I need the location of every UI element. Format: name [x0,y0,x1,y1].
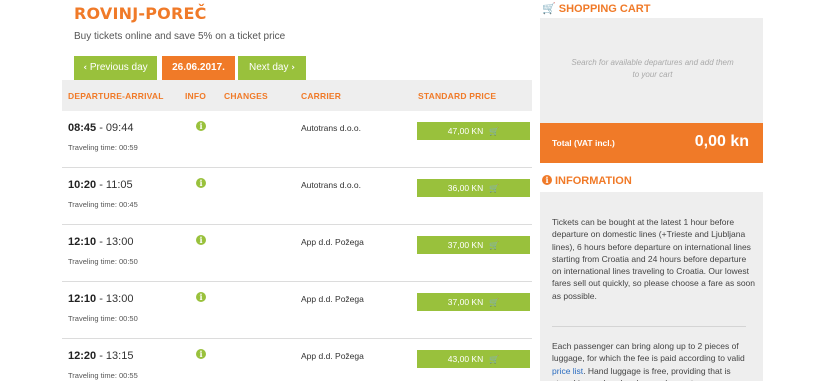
shopping-cart-icon: 🛒 [489,241,500,250]
chevron-right-icon: › [291,63,295,73]
header-carrier: CARRIER [301,91,342,101]
shopping-cart-icon: 🛒 [542,3,556,15]
departure-time: 12:10 [68,293,97,305]
table-row: 08:45 - 09:44 Traveling time: 00:59 i Au… [62,111,532,168]
sidebar: 🛒 SHOPPING CART Search for available dep… [540,0,763,381]
cart-empty-message: Search for available departures and add … [571,58,734,79]
carrier-name: App d.d. Požega [301,351,364,361]
info-circle-icon[interactable]: i [196,178,206,188]
price-label: 36,00 KN [447,183,484,193]
total-label: Total (VAT incl.) [552,138,615,148]
information-title: INFORMATION [555,175,632,187]
arrival-time: 13:00 [105,236,134,248]
route-title: ROVINJ-POREČ [74,4,207,23]
add-to-cart-button[interactable]: 37,00 KN 🛒 [417,236,530,254]
traveling-time: Traveling time: 00:55 [68,371,138,380]
arrival-time: 09:44 [105,122,134,134]
carrier-name: Autotrans d.o.o. [301,180,362,190]
info-circle-icon[interactable]: i [196,235,206,245]
price-label: 37,00 KN [447,240,484,250]
header-changes: CHANGES [224,91,268,101]
luggage-paragraph: Each passenger can bring along up to 2 p… [552,340,756,381]
luggage-text-start: Each passenger can bring along up to 2 p… [552,341,745,364]
price-label: 37,00 KN [447,297,484,307]
table-header: DEPARTURE-ARRIVAL INFO CHANGES CARRIER S… [62,80,532,111]
traveling-time: Traveling time: 00:59 [68,143,138,152]
next-day-button[interactable]: Next day › [238,56,306,80]
add-to-cart-button[interactable]: 47,00 KN 🛒 [417,122,530,140]
price-label: 47,00 KN [447,126,484,136]
information-paragraph: Tickets can be bought at the latest 1 ho… [552,217,756,301]
traveling-time: Traveling time: 00:45 [68,200,138,209]
price-list-link[interactable]: price list [552,366,583,376]
table-row: 12:10 - 13:00 Traveling time: 00:50 i Ap… [62,282,532,339]
departure-arrival-time: 12:10 - 13:00 [68,293,134,305]
add-to-cart-button[interactable]: 43,00 KN 🛒 [417,350,530,368]
departure-time: 10:20 [68,179,97,191]
timetable-panel: ROVINJ-POREČ Buy tickets online and save… [62,0,532,381]
total-value: 0,00 kn [694,133,749,150]
info-circle-icon: i [542,175,552,185]
add-to-cart-button[interactable]: 36,00 KN 🛒 [417,179,530,197]
shopping-cart-icon: 🛒 [489,184,500,193]
cart-total-bar: Total (VAT incl.) 0,00 kn [540,123,763,163]
cart-box: Search for available departures and add … [540,18,763,123]
departure-time: 12:10 [68,236,97,248]
previous-day-button[interactable]: ‹ Previous day [74,56,157,80]
table-row: 12:20 - 13:15 Traveling time: 00:55 i Ap… [62,339,532,381]
carrier-name: Autotrans d.o.o. [301,123,362,133]
header-departure-arrival: DEPARTURE-ARRIVAL [68,91,164,101]
arrival-time: 13:00 [105,293,134,305]
route-subtitle: Buy tickets online and save 5% on a tick… [74,31,286,42]
arrival-time: 13:15 [105,350,134,362]
departure-arrival-time: 08:45 - 09:44 [68,122,134,134]
shopping-cart-icon: 🛒 [489,355,500,364]
next-day-label: Next day [249,62,289,73]
divider [552,326,746,327]
info-circle-icon[interactable]: i [196,292,206,302]
header-info: INFO [185,91,207,101]
departure-arrival-time: 10:20 - 11:05 [68,179,133,191]
traveling-time: Traveling time: 00:50 [68,257,138,266]
carrier-name: App d.d. Požega [301,294,364,304]
information-heading: i INFORMATION [542,175,632,187]
shopping-cart-heading: 🛒 SHOPPING CART [542,2,650,15]
table-row: 12:10 - 13:00 Traveling time: 00:50 i Ap… [62,225,532,282]
current-date: 26.06.2017. [162,56,235,80]
price-label: 43,00 KN [447,354,484,364]
departure-arrival-time: 12:20 - 13:15 [68,350,134,362]
information-box: Tickets can be bought at the latest 1 ho… [540,192,763,381]
traveling-time: Traveling time: 00:50 [68,314,138,323]
shopping-cart-icon: 🛒 [489,127,500,136]
add-to-cart-button[interactable]: 37,00 KN 🛒 [417,293,530,311]
departure-time: 12:20 [68,350,97,362]
carrier-name: App d.d. Požega [301,237,364,247]
shopping-cart-title: SHOPPING CART [558,3,651,15]
info-circle-icon[interactable]: i [196,121,206,131]
chevron-left-icon: ‹ [83,63,88,73]
header-standard-price: STANDARD PRICE [418,91,497,101]
previous-day-label: Previous day [89,62,148,73]
departure-arrival-time: 12:10 - 13:00 [68,236,134,248]
arrival-time: 11:05 [105,179,133,191]
departure-time: 08:45 [68,122,97,134]
info-circle-icon[interactable]: i [196,349,206,359]
table-row: 10:20 - 11:05 Traveling time: 00:45 i Au… [62,168,532,225]
shopping-cart-icon: 🛒 [489,298,500,307]
